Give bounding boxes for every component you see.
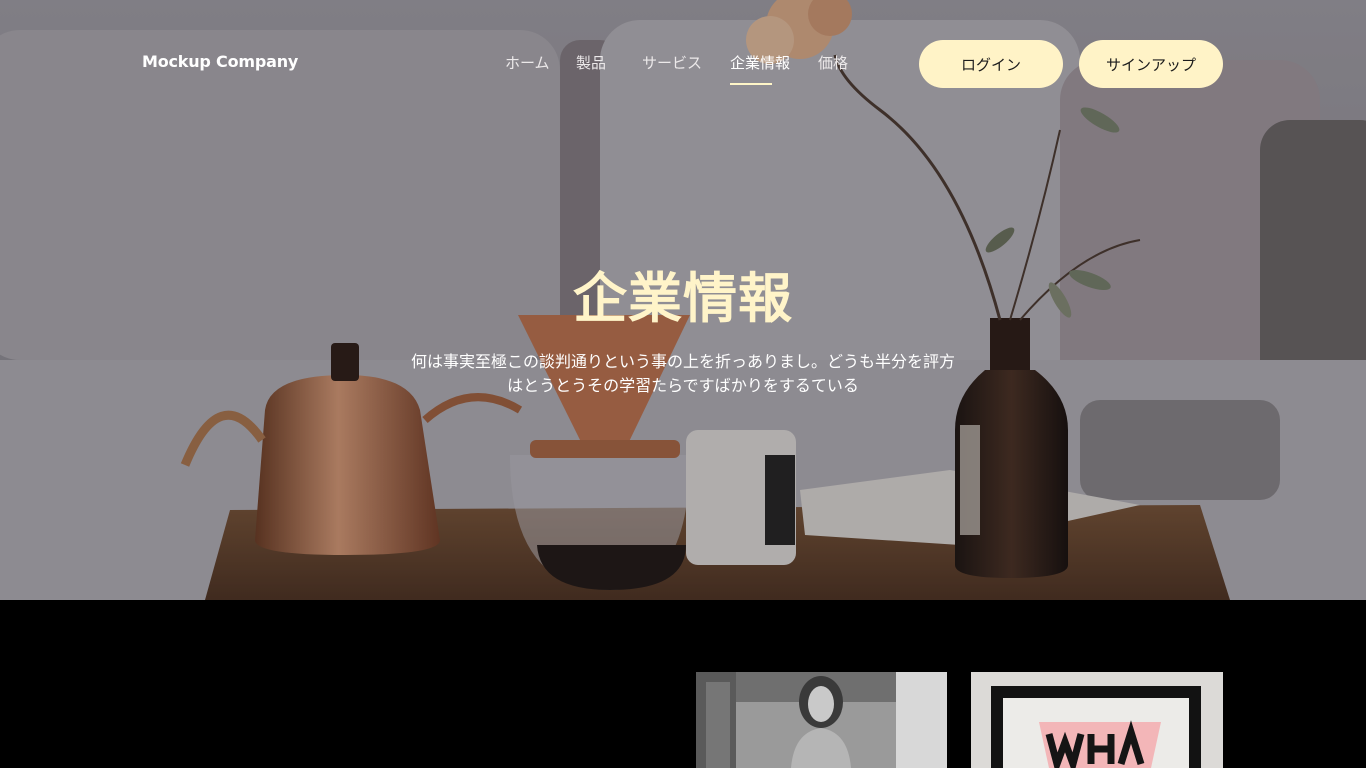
signup-button[interactable]: サインアップ [1079, 40, 1223, 88]
nav-item-products[interactable]: 製品 [576, 52, 606, 73]
nav-item-pricing[interactable]: 価格 [818, 52, 848, 73]
gallery-image-poster[interactable] [971, 672, 1223, 768]
brand-logo[interactable]: Mockup Company [142, 52, 298, 71]
gallery-photo-poster [971, 672, 1223, 768]
page-title: 企業情報 [573, 267, 793, 330]
gallery-photo-woman [696, 672, 947, 768]
gallery-image-woman[interactable] [696, 672, 947, 768]
nav-item-home[interactable]: ホーム [505, 52, 550, 73]
nav-item-services[interactable]: サービス [642, 52, 702, 73]
hero-description: 何は事実至極この談判通りという事の上を折っありまし。どうも半分を評方はとうとうそ… [410, 352, 955, 395]
nav-item-company[interactable]: 企業情報 [730, 52, 790, 73]
content-section [0, 600, 1366, 768]
login-button[interactable]: ログイン [919, 40, 1063, 88]
hero-section: Mockup Company ホーム 製品 サービス 企業情報 価格 ログイン … [0, 0, 1366, 600]
nav-active-indicator [730, 83, 772, 85]
